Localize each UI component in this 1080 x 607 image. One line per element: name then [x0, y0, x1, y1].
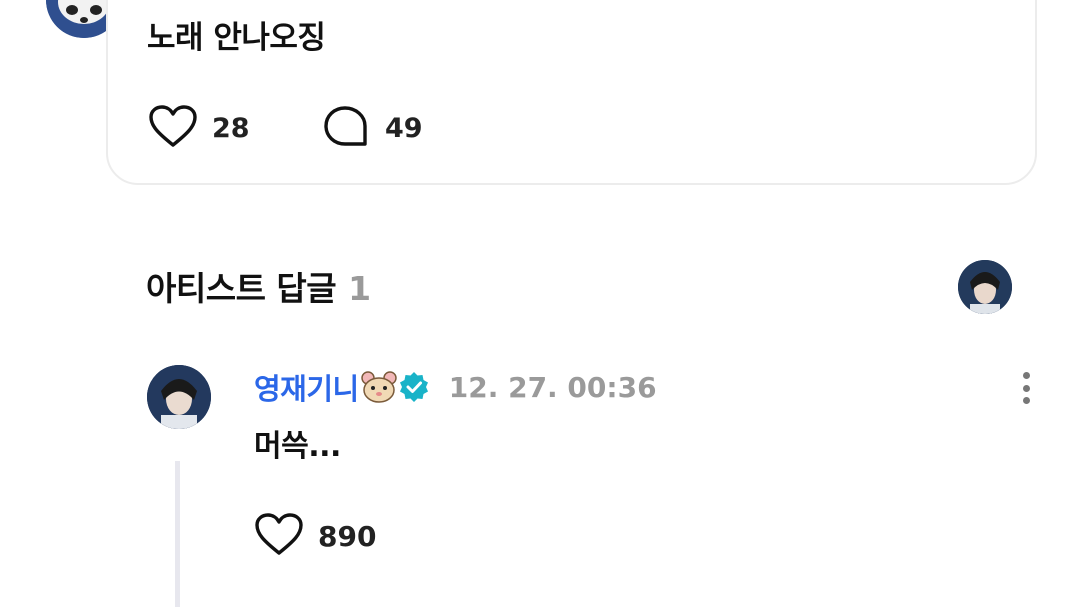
vertical-ellipsis-icon[interactable] [1012, 370, 1040, 406]
reply-author-name[interactable]: 영재기니 [254, 366, 359, 408]
heart-outline-icon [148, 104, 198, 152]
more-dot [1022, 372, 1030, 379]
artist-replies-title: 아티스트 답글 [146, 269, 337, 308]
post-comment-button[interactable]: 49 [323, 104, 423, 152]
artist-replies-count: 1 [348, 269, 371, 308]
reply-like-count: 890 [318, 519, 377, 553]
post-comment-count: 49 [385, 112, 423, 144]
heart-outline-icon [254, 512, 304, 560]
artist-avatar-small[interactable] [958, 260, 1012, 314]
hamster-emoji-icon [360, 370, 397, 404]
reply-thread-line [175, 461, 180, 607]
verified-badge-icon [399, 372, 429, 402]
artist-replies-header: 아티스트 답글 1 [146, 262, 371, 310]
more-dot [1022, 397, 1030, 404]
more-dot [1022, 384, 1030, 392]
reply-author-avatar[interactable] [147, 365, 211, 429]
reply-text: 머쓱... [254, 429, 341, 464]
reply-timestamp: 12. 27. 00:36 [448, 370, 657, 404]
reply-like-button[interactable]: 890 [254, 512, 376, 560]
post-like-count: 28 [212, 112, 250, 144]
post-text: 노래 안나오징 [147, 20, 326, 56]
speech-bubble-outline-icon [323, 104, 369, 152]
post-like-button[interactable]: 28 [148, 104, 250, 152]
comment-thread-screen: 노래 안나오징 28 49 아티스트 답글 1 영재기니 12. 27. 00:… [0, 0, 1080, 607]
reply-header: 영재기니 12. 27. 00:36 [254, 366, 657, 408]
